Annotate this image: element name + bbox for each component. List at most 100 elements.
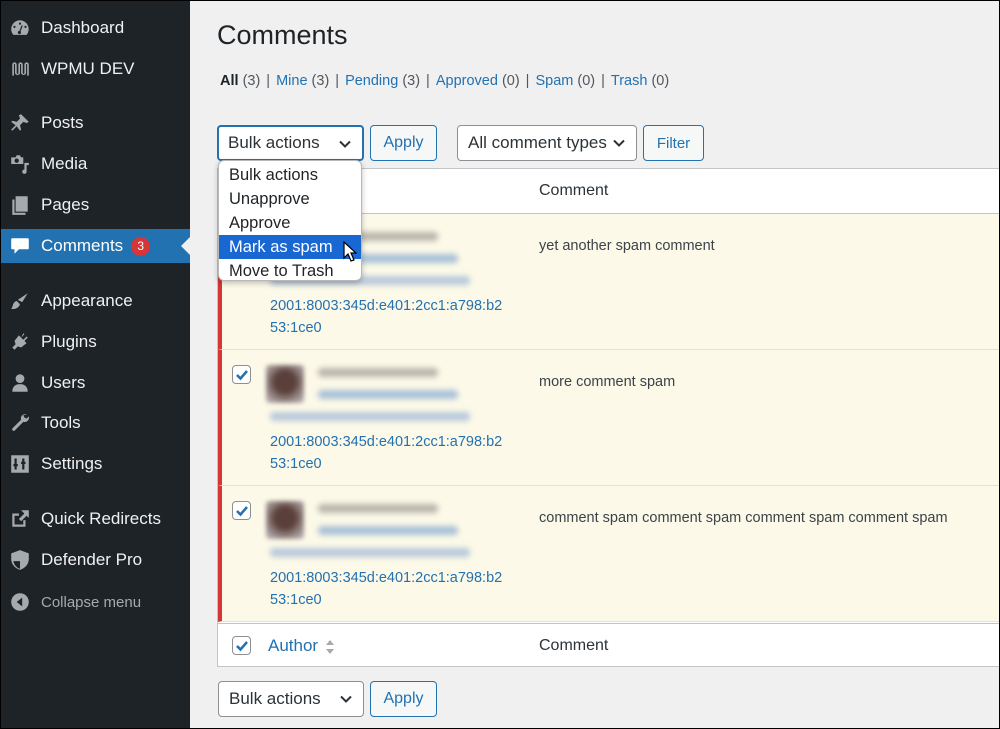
wpmudev-icon	[0, 58, 40, 80]
ip-line: 53:1ce0	[270, 592, 322, 608]
separator: |	[601, 73, 605, 89]
media-icon	[0, 153, 40, 175]
sidebar-item-label: Appearance	[41, 291, 133, 310]
author-email-redacted	[270, 412, 470, 421]
sidebar-item-dashboard[interactable]: Dashboard	[0, 11, 190, 45]
admin-sidebar: Dashboard WPMU DEV Posts Media Pages Com…	[0, 0, 190, 729]
sidebar-item-label: Comments	[41, 236, 124, 255]
bulk-actions-select[interactable]: Bulk actions	[217, 125, 364, 161]
option-move-to-trash[interactable]: Move to Trash	[219, 259, 361, 283]
collapse-menu-button[interactable]: Collapse menu	[0, 585, 190, 619]
settings-icon	[0, 453, 40, 475]
option-approve[interactable]: Approve	[219, 211, 361, 235]
sidebar-item-plugins[interactable]: Plugins	[0, 325, 190, 359]
filter-mine-count: (3)	[311, 73, 330, 89]
sort-by-author-link[interactable]: Author	[268, 636, 318, 656]
paintbrush-icon	[0, 290, 40, 312]
comment-text: more comment spam	[539, 374, 676, 390]
mouse-cursor-icon	[343, 241, 357, 262]
filter-trash-count: (0)	[651, 73, 670, 89]
sidebar-item-settings[interactable]: Settings	[0, 447, 190, 481]
filter-mine[interactable]: Mine (3)	[276, 73, 329, 89]
separator: |	[266, 73, 271, 89]
sort-icon	[326, 640, 334, 654]
sidebar-item-label: Users	[41, 373, 86, 392]
sidebar-item-label: Quick Redirects	[41, 509, 161, 528]
sidebar-item-defender-pro[interactable]: Defender Pro	[0, 543, 190, 577]
sidebar-item-appearance[interactable]: Appearance	[0, 284, 190, 318]
sidebar-item-label: Pages	[41, 195, 90, 214]
filter-spam[interactable]: Spam (0)	[535, 73, 595, 89]
filter-all[interactable]: All (3)	[220, 73, 260, 89]
separator: |	[525, 73, 530, 89]
sidebar-item-label: Posts	[41, 113, 84, 132]
option-unapprove[interactable]: Unapprove	[219, 187, 361, 211]
sidebar-item-label: Settings	[41, 454, 103, 473]
bottom-apply-button[interactable]: Apply	[370, 681, 437, 717]
sidebar-item-pages[interactable]: Pages	[0, 188, 190, 222]
filter-all-label: All	[220, 73, 239, 89]
sidebar-item-media[interactable]: Media	[0, 147, 190, 181]
filter-approved-count: (0)	[501, 73, 520, 89]
collapse-icon	[0, 591, 40, 613]
row-checkbox[interactable]	[232, 365, 251, 384]
filter-all-count: (3)	[242, 73, 261, 89]
filter-pending[interactable]: Pending (3)	[345, 73, 420, 89]
dashboard-icon	[0, 17, 40, 39]
apply-button[interactable]: Apply	[370, 125, 437, 161]
sidebar-item-users[interactable]: Users	[0, 366, 190, 400]
filter-button[interactable]: Filter	[643, 125, 704, 161]
comment-text: yet another spam comment	[539, 238, 715, 254]
filter-pending-count: (3)	[402, 73, 421, 89]
author-url-redacted	[318, 390, 458, 399]
bulk-actions-value: Bulk actions	[229, 689, 321, 708]
ip-line: 53:1ce0	[270, 320, 322, 336]
sidebar-item-comments[interactable]: Comments 3	[0, 229, 190, 263]
filter-spam-count: (0)	[577, 73, 596, 89]
sidebar-item-label: WPMU DEV	[41, 59, 135, 78]
comment-types-select[interactable]: All comment types	[457, 125, 637, 161]
sidebar-item-label: Tools	[41, 413, 81, 432]
bottom-bulk-actions-select[interactable]: Bulk actions	[218, 681, 364, 717]
author-ip[interactable]: 2001:8003:345d:e401:2cc1:a798:b2 53:1ce0	[270, 431, 502, 475]
column-footer-comment: Comment	[539, 637, 609, 654]
checkmark-icon	[236, 506, 248, 517]
status-filter-links: All (3) | Mine (3) | Pending (3) | Approved (0…	[220, 73, 669, 89]
filter-trash[interactable]: Trash (0)	[611, 73, 669, 89]
comment-icon	[0, 235, 40, 257]
filter-approved[interactable]: Approved (0)	[436, 73, 520, 89]
row-checkbox[interactable]	[232, 501, 251, 520]
option-mark-as-spam[interactable]: Mark as spam	[219, 235, 361, 259]
separator: |	[426, 73, 430, 89]
select-all-checkbox[interactable]	[232, 636, 251, 655]
author-ip[interactable]: 2001:8003:345d:e401:2cc1:a798:b2 53:1ce0	[270, 567, 502, 611]
sidebar-item-quick-redirects[interactable]: Quick Redirects	[0, 502, 190, 536]
author-avatar	[266, 501, 304, 539]
wrench-icon	[0, 412, 40, 434]
checkmark-icon	[236, 641, 248, 652]
bulk-actions-dropdown: Bulk actions Unapprove Approve Mark as s…	[218, 160, 362, 281]
sidebar-item-wpmu-dev[interactable]: WPMU DEV	[0, 52, 190, 86]
sidebar-item-posts[interactable]: Posts	[0, 106, 190, 140]
chevron-down-icon	[613, 139, 625, 147]
sidebar-item-label: Defender Pro	[41, 550, 143, 569]
column-header-comment: Comment	[539, 182, 609, 199]
filter-approved-label: Approved	[435, 73, 498, 89]
sidebar-item-tools[interactable]: Tools	[0, 406, 190, 440]
author-name-redacted	[318, 504, 438, 513]
pages-icon	[0, 194, 40, 216]
sidebar-item-label: Media	[41, 154, 88, 173]
ip-line: 2001:8003:345d:e401:2cc1:a798:b2	[270, 298, 503, 314]
option-bulk-actions[interactable]: Bulk actions	[219, 163, 361, 187]
comment-types-value: All comment types	[468, 133, 607, 152]
checkmark-icon	[236, 370, 248, 381]
author-ip[interactable]: 2001:8003:345d:e401:2cc1:a798:b2 53:1ce0	[270, 295, 502, 339]
user-icon	[0, 372, 40, 394]
separator: |	[335, 73, 340, 89]
filter-pending-label: Pending	[345, 73, 399, 89]
sidebar-item-label: Dashboard	[41, 18, 125, 37]
table-footer: Author Comment	[218, 623, 1000, 667]
shield-icon	[0, 549, 40, 571]
filter-spam-label: Spam	[535, 73, 574, 89]
plugin-icon	[0, 331, 40, 353]
